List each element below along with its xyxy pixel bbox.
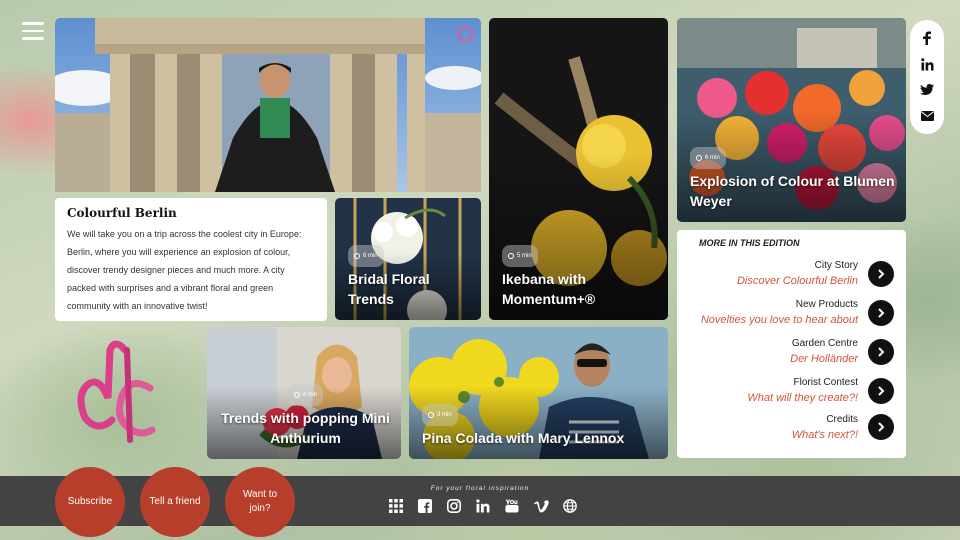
subscribe-button[interactable]: Subscribe xyxy=(55,467,125,537)
more-item-link[interactable]: What's next?! xyxy=(792,429,858,441)
ikebana-duration-badge: 5 min xyxy=(502,245,538,267)
anthurium-title: Trends with popping Mini Anthurium xyxy=(221,410,390,446)
intro-body: We will take you on a trip across the co… xyxy=(67,229,302,311)
clock-icon xyxy=(696,155,702,161)
dc-logo xyxy=(77,340,156,443)
youtube-icon[interactable] xyxy=(504,498,520,514)
tile-explosion-of-colour[interactable]: 6 min Explosion of Colour at Blumen Weyer xyxy=(677,18,906,222)
bridal-duration-badge: 6 min xyxy=(348,245,384,267)
hamburger-menu-icon[interactable] xyxy=(22,22,44,40)
bridal-title: Bridal Floral Trends xyxy=(348,271,430,307)
tell-a-friend-button[interactable]: Tell a friend xyxy=(140,467,210,537)
more-item-florist-contest[interactable]: Florist Contest What will they create?! xyxy=(699,371,894,410)
more-item-label: New Products xyxy=(795,299,858,310)
globe-icon[interactable] xyxy=(562,498,578,514)
intro-card: Colourful Berlin We will take you on a t… xyxy=(55,198,327,321)
more-item-garden-centre[interactable]: Garden Centre Der Holländer xyxy=(699,332,894,371)
brandenburg-gate-photo xyxy=(55,18,481,192)
more-item-credits[interactable]: Credits What's next?! xyxy=(699,410,894,444)
tile-bridal-floral-trends[interactable]: 6 min Bridal Floral Trends xyxy=(335,198,481,320)
arrow-right-icon[interactable] xyxy=(868,338,894,365)
more-item-link[interactable]: Der Holländer xyxy=(790,353,858,365)
more-item-label: Credits xyxy=(826,413,858,425)
anthurium-duration-badge: 4 min xyxy=(287,384,324,406)
explosion-title: Explosion of Colour at Blumen Weyer xyxy=(690,173,895,209)
more-item-city-story[interactable]: City Story Discover Colourful Berlin xyxy=(699,254,894,293)
more-item-link[interactable]: Novelties you love to hear about xyxy=(701,314,858,326)
vimeo-icon[interactable] xyxy=(533,498,549,514)
linkedin-icon[interactable] xyxy=(919,56,935,72)
more-heading: MORE IN THIS EDITION xyxy=(699,238,800,248)
tile-pina-colada[interactable]: 3 min Pina Colada with Mary Lennox xyxy=(409,327,668,459)
footer-tagline: For your floral inspiration xyxy=(430,485,530,492)
arrow-right-icon[interactable] xyxy=(868,260,894,287)
pina-duration-badge: 3 min xyxy=(422,404,458,426)
clock-icon xyxy=(508,253,514,259)
clock-icon xyxy=(293,392,300,398)
linkedin-icon[interactable] xyxy=(475,498,491,514)
tile-mini-anthurium[interactable]: 4 min Trends with popping Mini Anthurium xyxy=(207,327,401,459)
want-to-join-button[interactable]: Want to join? xyxy=(225,467,295,537)
more-item-link[interactable]: What will they create?! xyxy=(747,392,858,404)
clock-icon xyxy=(354,253,360,259)
instagram-icon[interactable] xyxy=(446,498,462,514)
explosion-duration-badge: 6 min xyxy=(690,147,726,169)
facebook-icon[interactable] xyxy=(417,498,433,514)
more-item-label: Florist Contest xyxy=(793,377,858,388)
grid-icon[interactable] xyxy=(388,498,404,514)
footer-social-icons xyxy=(388,498,578,514)
more-item-label: Garden Centre xyxy=(791,338,858,349)
more-item-link[interactable]: Discover Colourful Berlin xyxy=(737,275,858,287)
facebook-icon[interactable] xyxy=(919,30,935,46)
ikebana-title: Ikebana with Momentum+® xyxy=(502,271,596,307)
more-item-label: City Story xyxy=(814,260,858,271)
social-share-rail xyxy=(910,20,944,134)
tile-ikebana[interactable]: 5 min Ikebana with Momentum+® xyxy=(489,18,668,320)
arrow-right-icon[interactable] xyxy=(868,414,894,440)
more-item-new-products[interactable]: New Products Novelties you love to hear a… xyxy=(699,293,894,332)
arrow-right-icon[interactable] xyxy=(868,377,894,404)
more-in-this-edition-panel: MORE IN THIS EDITION City Story Discover … xyxy=(677,230,906,458)
mail-icon[interactable] xyxy=(919,108,935,124)
twitter-icon[interactable] xyxy=(919,82,935,98)
pina-title: Pina Colada with Mary Lennox xyxy=(422,430,625,446)
clock-icon xyxy=(428,412,434,418)
arrow-right-icon[interactable] xyxy=(868,299,894,326)
intro-title: Colourful Berlin xyxy=(67,206,177,220)
hero-berlin-image[interactable] xyxy=(55,18,481,192)
